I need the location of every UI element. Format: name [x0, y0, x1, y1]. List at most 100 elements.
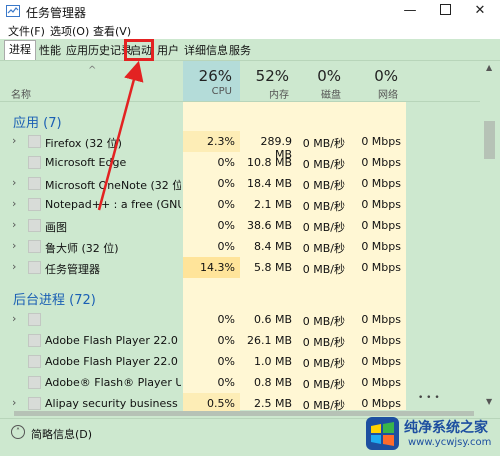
process-row[interactable]: › 任务管理器 14.3% 5.8 MB 0 MB/秒 0 Mbps: [0, 257, 480, 278]
tab-bar: 进程 性能 应用历史记录 启动 用户 详细信息 服务: [0, 39, 500, 61]
expand-chevron-icon[interactable]: ›: [12, 260, 16, 273]
process-cpu: 0%: [217, 355, 235, 368]
scroll-up-icon[interactable]: ▲: [486, 63, 492, 72]
network-label: 网络: [378, 90, 398, 101]
process-disk: 0 MB/秒: [302, 137, 345, 150]
fewer-details-link[interactable]: 简略信息(D): [31, 426, 92, 442]
process-name: Adobe Flash Player 22.0 r0 (...: [45, 355, 181, 368]
process-row[interactable]: › Firefox (32 位) 2.3% 289.9 MB 0 MB/秒 0 Mbps: [0, 131, 480, 161]
process-disk: 0 MB/秒: [302, 357, 345, 370]
watermark: 纯净系统之家 www.ycwjsy.com: [364, 414, 500, 455]
tab-performance[interactable]: 性能: [37, 42, 63, 58]
expand-chevron-icon[interactable]: ›: [12, 176, 16, 189]
process-name: Microsoft OneNote (32 位): [45, 179, 181, 192]
process-cpu: 0%: [217, 156, 235, 169]
column-network[interactable]: 0% 网络: [349, 61, 406, 101]
menu-options[interactable]: 选项(O): [50, 23, 89, 39]
close-button[interactable]: ✕: [465, 0, 495, 22]
process-name: 鲁大师 (32 位): [45, 242, 119, 255]
process-name: Adobe® Flash® Player Utility: [45, 376, 181, 389]
scroll-down-icon[interactable]: ▼: [486, 397, 492, 406]
process-row[interactable]: Adobe® Flash® Player Utility 0% 0.8 MB 0 MB…: [0, 372, 480, 393]
process-memory: 0.8 MB: [253, 376, 292, 389]
sort-up-icon: ^: [88, 65, 97, 76]
process-network: 0 Mbps: [361, 198, 401, 211]
process-disk: 0 MB/秒: [302, 200, 345, 213]
memory-total: 52%: [255, 67, 289, 85]
ellipsis-icon: • • •: [418, 393, 440, 403]
process-network: 0 Mbps: [361, 397, 401, 410]
tab-details[interactable]: 详细信息: [182, 42, 230, 58]
cpu-total: 26%: [198, 67, 232, 85]
process-cpu: 0%: [217, 376, 235, 389]
process-row[interactable]: Adobe Flash Player 22.0 r0 (... 0% 26.1 MB…: [0, 330, 480, 351]
scroll-thumb[interactable]: [484, 121, 495, 159]
process-cpu: 0%: [217, 198, 235, 211]
expand-chevron-icon[interactable]: ›: [12, 218, 16, 231]
expand-chevron-icon[interactable]: ›: [12, 197, 16, 210]
process-icon: [28, 198, 41, 211]
process-memory: 2.1 MB: [253, 198, 292, 211]
expand-chevron-icon[interactable]: ›: [12, 239, 16, 252]
column-header: ^ 名称 26% CPU 52% 内存 0% 磁盘 0% 网络: [0, 61, 480, 102]
process-memory: 1.0 MB: [253, 355, 292, 368]
process-row[interactable]: › 鲁大师 (32 位) 0% 8.4 MB 0 MB/秒 0 Mbps: [0, 236, 480, 257]
maximize-icon: [439, 4, 451, 15]
process-network: 0 Mbps: [361, 334, 401, 347]
section-background-title: 后台进程 (72): [13, 293, 96, 308]
task-manager-window: 任务管理器 — ✕ 文件(F) 选项(O) 查看(V) 进程 性能 应用历史记录…: [0, 0, 500, 456]
column-cpu[interactable]: 26% CPU: [183, 61, 240, 101]
highlight-box: [124, 39, 154, 61]
title-bar: 任务管理器 — ✕: [0, 0, 500, 22]
vertical-scrollbar[interactable]: ▲ ▼: [480, 61, 500, 410]
process-network: 0 Mbps: [361, 156, 401, 169]
process-network: 0 Mbps: [361, 313, 401, 326]
disk-total: 0%: [317, 67, 341, 85]
process-memory: 18.4 MB: [246, 177, 292, 190]
process-icon: [28, 355, 41, 368]
column-disk[interactable]: 0% 磁盘: [297, 61, 349, 101]
maximize-button[interactable]: [430, 0, 460, 22]
menu-file[interactable]: 文件(F): [8, 23, 45, 39]
process-network: 0 Mbps: [361, 376, 401, 389]
expand-chevron-icon[interactable]: ›: [12, 312, 16, 325]
process-memory: 5.8 MB: [253, 261, 292, 274]
process-icon: [28, 156, 41, 169]
watermark-logo: [366, 417, 399, 450]
chevron-up-icon[interactable]: ˄: [11, 425, 25, 439]
minimize-button[interactable]: —: [395, 0, 425, 22]
expand-chevron-icon[interactable]: ›: [12, 396, 16, 409]
process-row[interactable]: › Notepad++ : a free (GNU) s... 0% 2.1 MB 0 …: [0, 194, 480, 215]
process-memory: 0.6 MB: [253, 313, 292, 326]
process-row[interactable]: › Microsoft OneNote (32 位) 0% 18.4 MB 0 MB/秒…: [0, 173, 480, 194]
column-name[interactable]: 名称: [11, 86, 31, 101]
tab-processes[interactable]: 进程: [4, 40, 36, 60]
process-memory: 26.1 MB: [246, 334, 292, 347]
process-disk: 0 MB/秒: [302, 336, 345, 349]
process-icon: [28, 240, 41, 253]
process-memory: 2.5 MB: [253, 397, 292, 410]
process-name: Firefox (32 位): [45, 137, 122, 150]
task-manager-app-icon: [6, 5, 20, 17]
menu-view[interactable]: 查看(V): [93, 23, 131, 39]
process-disk: 0 MB/秒: [302, 263, 345, 276]
process-network: 0 Mbps: [361, 261, 401, 274]
close-icon: ✕: [474, 3, 486, 18]
process-disk: 0 MB/秒: [302, 221, 345, 234]
tab-services[interactable]: 服务: [227, 42, 253, 58]
minimize-icon: —: [403, 3, 417, 18]
process-disk: 0 MB/秒: [302, 242, 345, 255]
section-apps-title: 应用 (7): [13, 116, 62, 131]
process-memory: 10.8 MB: [246, 156, 292, 169]
process-row[interactable]: › 画图 0% 38.6 MB 0 MB/秒 0 Mbps: [0, 215, 480, 236]
column-memory[interactable]: 52% 内存: [240, 61, 297, 101]
process-network: 0 Mbps: [361, 240, 401, 253]
process-row[interactable]: › 0% 0.6 MB 0 MB/秒 0 Mbps: [0, 309, 480, 330]
process-name: Microsoft Edge: [45, 156, 127, 169]
process-row[interactable]: Microsoft Edge 0% 10.8 MB 0 MB/秒 0 Mbps: [0, 152, 480, 173]
expand-chevron-icon[interactable]: ›: [12, 134, 16, 147]
process-row[interactable]: Adobe Flash Player 22.0 r0 (... 0% 1.0 MB 0…: [0, 351, 480, 372]
section-background: 后台进程 (72): [0, 284, 480, 308]
tab-users[interactable]: 用户: [155, 42, 181, 58]
process-cpu: 0%: [217, 313, 235, 326]
